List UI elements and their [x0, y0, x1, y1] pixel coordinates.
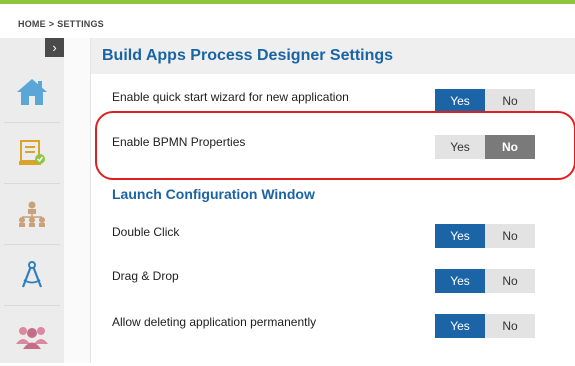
top-accent-line	[0, 0, 575, 4]
panel-header: Build Apps Process Designer Settings	[91, 38, 575, 74]
sidebar	[0, 38, 65, 363]
content-gutter	[64, 38, 90, 363]
org-chart-icon	[19, 201, 45, 227]
drag-drop-no-option[interactable]: No	[485, 269, 535, 293]
sidebar-item-organization[interactable]	[0, 184, 64, 244]
delete-permanently-label: Allow deleting application permanently	[112, 315, 317, 329]
users-group-icon	[16, 327, 48, 349]
delete-permanently-toggle: Yes No	[435, 314, 535, 338]
compass-icon	[21, 261, 43, 288]
form-check-icon	[19, 140, 45, 165]
quick-start-wizard-toggle: Yes No	[435, 89, 535, 113]
quick-start-no-option[interactable]: No	[485, 89, 535, 113]
launch-configuration-title: Launch Configuration Window	[112, 186, 315, 202]
double-click-no-option[interactable]: No	[485, 224, 535, 248]
settings-panel: Build Apps Process Designer Settings Ena…	[90, 38, 575, 363]
drag-drop-label: Drag & Drop	[112, 269, 179, 283]
page-title: Build Apps Process Designer Settings	[102, 47, 394, 64]
breadcrumb-separator: >	[48, 19, 55, 29]
double-click-yes-option[interactable]: Yes	[435, 224, 485, 248]
sidebar-item-forms[interactable]	[0, 123, 64, 183]
double-click-label: Double Click	[112, 225, 180, 239]
breadcrumb-current: SETTINGS	[57, 19, 104, 29]
delete-permanently-yes-option[interactable]: Yes	[435, 314, 485, 338]
sidebar-item-users[interactable]	[0, 306, 64, 366]
breadcrumb: HOME > SETTINGS	[18, 19, 104, 29]
double-click-toggle: Yes No	[435, 224, 535, 248]
drag-drop-toggle: Yes No	[435, 269, 535, 293]
quick-start-wizard-label: Enable quick start wizard for new applic…	[112, 90, 349, 104]
sidebar-item-home[interactable]	[0, 62, 64, 122]
sidebar-collapse-button[interactable]: ›	[45, 38, 64, 57]
quick-start-yes-option[interactable]: Yes	[435, 89, 485, 113]
sidebar-item-design[interactable]	[0, 245, 64, 305]
home-icon	[17, 79, 47, 105]
delete-permanently-no-option[interactable]: No	[485, 314, 535, 338]
highlight-annotation	[95, 111, 575, 180]
drag-drop-yes-option[interactable]: Yes	[435, 269, 485, 293]
breadcrumb-home[interactable]: HOME	[18, 19, 46, 29]
